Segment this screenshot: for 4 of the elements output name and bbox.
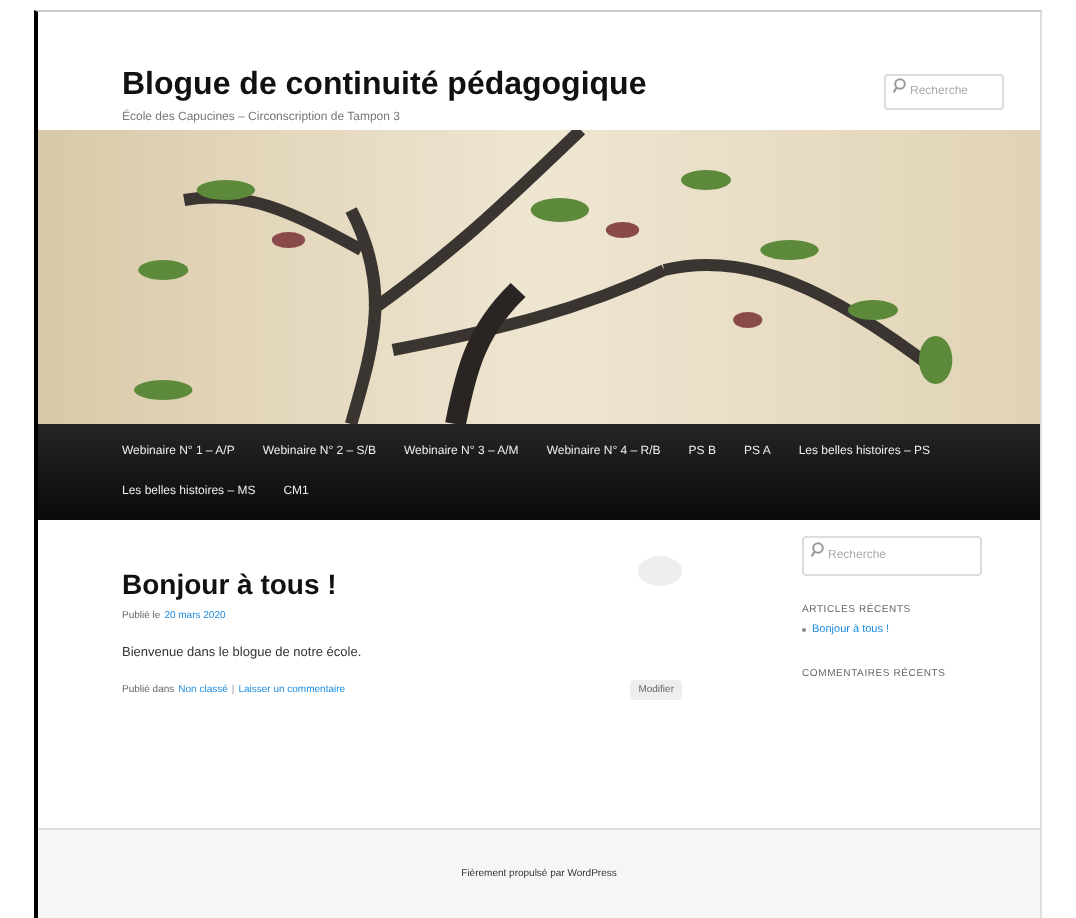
search-icon <box>892 78 906 94</box>
site-title[interactable]: Blogue de continuité pédagogique <box>122 68 647 104</box>
post-title[interactable]: Bonjour à tous ! <box>122 568 337 600</box>
search-icon <box>810 542 824 558</box>
